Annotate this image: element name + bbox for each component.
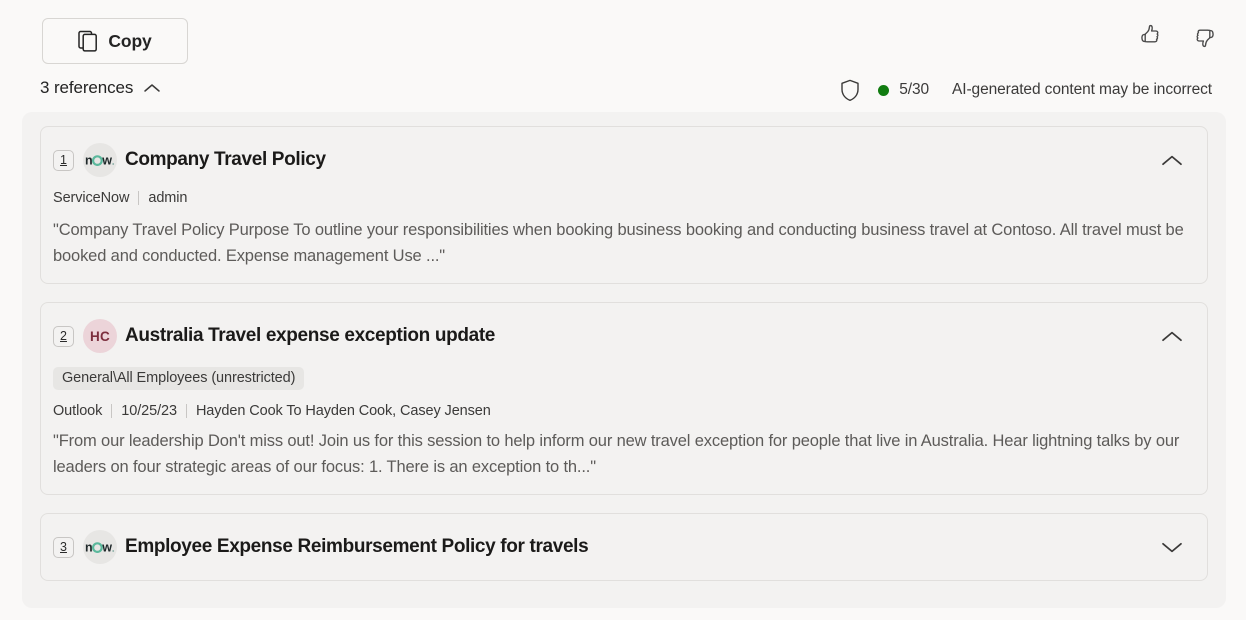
- reference-expand-button[interactable]: [1155, 532, 1189, 562]
- response-toolbar: Copy 3 references 5/30 AI-generated cont…: [0, 0, 1246, 112]
- reference-card-header: 3 n w Employee Expense Reimbursement Pol…: [53, 530, 1189, 565]
- reference-count: 5/30: [899, 81, 930, 98]
- status-dot: [878, 84, 890, 96]
- thumbs-up-icon: [1138, 23, 1163, 52]
- shield-icon: [840, 79, 878, 102]
- chevron-up-icon: [1161, 330, 1183, 343]
- reference-snippet: "From our leadership Don't miss out! Joi…: [53, 432, 1180, 476]
- reference-date: 10/25/23: [121, 403, 177, 420]
- reference-title: Company Travel Policy: [125, 148, 326, 170]
- reference-recipients: Hayden Cook To Hayden Cook, Casey Jensen: [195, 403, 491, 420]
- reference-source: ServiceNow: [53, 190, 130, 206]
- svg-text:w: w: [101, 541, 112, 555]
- svg-text:n: n: [85, 541, 93, 555]
- references-list: 1 n w Company Travel Policy ServiceNow a…: [22, 112, 1226, 608]
- feedback-buttons: [1136, 22, 1218, 52]
- source-divider: [138, 191, 140, 205]
- thumbs-down-button[interactable]: [1190, 22, 1218, 52]
- reference-title: Employee Expense Reimbursement Policy fo…: [125, 535, 589, 557]
- copy-button-label: Copy: [108, 30, 152, 51]
- reference-number-badge[interactable]: 2: [53, 325, 74, 347]
- citations-panel: Copy 3 references 5/30 AI-generated cont…: [0, 0, 1246, 620]
- servicenow-logo-icon: n w: [83, 530, 117, 565]
- references-toggle[interactable]: 3 references: [40, 78, 161, 98]
- chevron-up-icon: [1161, 154, 1183, 167]
- reference-card[interactable]: 3 n w Employee Expense Reimbursement Pol…: [40, 513, 1208, 582]
- reference-card-header: 1 n w Company Travel Policy: [53, 143, 1189, 177]
- svg-text:w: w: [101, 154, 112, 168]
- response-meta: 5/30 AI-generated content may be incorre…: [840, 78, 1212, 102]
- thumbs-up-button[interactable]: [1136, 22, 1164, 52]
- source-divider: [111, 404, 113, 419]
- copy-button[interactable]: Copy: [42, 18, 188, 64]
- reference-collapse-button[interactable]: [1155, 321, 1189, 351]
- sensitivity-label-tag: General\All Employees (unrestricted): [53, 367, 305, 391]
- reference-source-line: Outlook 10/25/23 Hayden Cook To Hayden C…: [53, 403, 1189, 419]
- reference-snippet: "Company Travel Policy Purpose To outlin…: [53, 221, 1184, 265]
- reference-author: admin: [148, 190, 188, 206]
- reference-source-line: ServiceNow admin: [53, 190, 1189, 206]
- reference-card-header: 2 HC Australia Travel expense exception …: [53, 319, 1189, 354]
- chevron-down-icon: [1161, 541, 1183, 554]
- reference-card[interactable]: 2 HC Australia Travel expense exception …: [40, 302, 1208, 496]
- copy-icon: [78, 30, 98, 52]
- thumbs-down-icon: [1192, 23, 1217, 52]
- reference-number-badge[interactable]: 1: [53, 149, 74, 171]
- reference-title: Australia Travel expense exception updat…: [125, 324, 496, 346]
- svg-text:n: n: [85, 154, 93, 168]
- avatar: HC: [83, 319, 117, 354]
- source-divider: [185, 404, 187, 419]
- chevron-up-icon: [143, 82, 161, 94]
- reference-card[interactable]: 1 n w Company Travel Policy ServiceNow a…: [40, 126, 1208, 285]
- ai-disclaimer: AI-generated content may be incorrect: [952, 81, 1212, 98]
- reference-source: Outlook: [53, 403, 103, 420]
- reference-collapse-button[interactable]: [1155, 145, 1189, 175]
- references-count-label: 3 references: [40, 78, 134, 97]
- reference-number-badge[interactable]: 3: [53, 536, 74, 558]
- servicenow-logo-icon: n w: [83, 143, 117, 177]
